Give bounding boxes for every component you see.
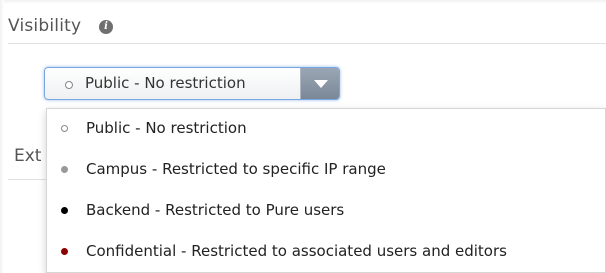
info-icon[interactable]: i (99, 20, 113, 34)
top-edge-shadow (0, 0, 606, 4)
option-campus[interactable]: Campus - Restricted to specific IP range (47, 150, 605, 190)
visibility-dropdown-menu: Public - No restriction Campus - Restric… (46, 108, 606, 273)
option-label: Backend - Restricted to Pure users (86, 201, 345, 219)
section-title: Visibility (8, 16, 82, 36)
red-dot-icon (61, 248, 68, 255)
option-public[interactable]: Public - No restriction (47, 109, 605, 149)
dropdown-arrow-button[interactable] (300, 68, 339, 99)
next-section-label: Ext (14, 146, 42, 166)
visibility-select[interactable]: Public - No restriction (44, 67, 340, 100)
option-backend[interactable]: Backend - Restricted to Pure users (47, 191, 605, 231)
option-confidential[interactable]: Confidential - Restricted to associated … (47, 232, 605, 272)
select-selected-value: Public - No restriction (85, 74, 246, 92)
option-label: Public - No restriction (86, 119, 247, 137)
visibility-section-header: Visibility i (8, 10, 606, 44)
gray-dot-icon (61, 166, 68, 173)
hollow-dot-icon (61, 125, 68, 132)
chevron-down-icon (314, 80, 328, 88)
left-edge-shadow (0, 0, 4, 273)
black-dot-icon (61, 207, 68, 214)
option-label: Campus - Restricted to specific IP range (86, 160, 386, 178)
visibility-panel: Visibility i Ext Public - No restriction… (0, 0, 606, 273)
option-label: Confidential - Restricted to associated … (86, 242, 507, 260)
select-status-dot-icon (65, 81, 73, 89)
